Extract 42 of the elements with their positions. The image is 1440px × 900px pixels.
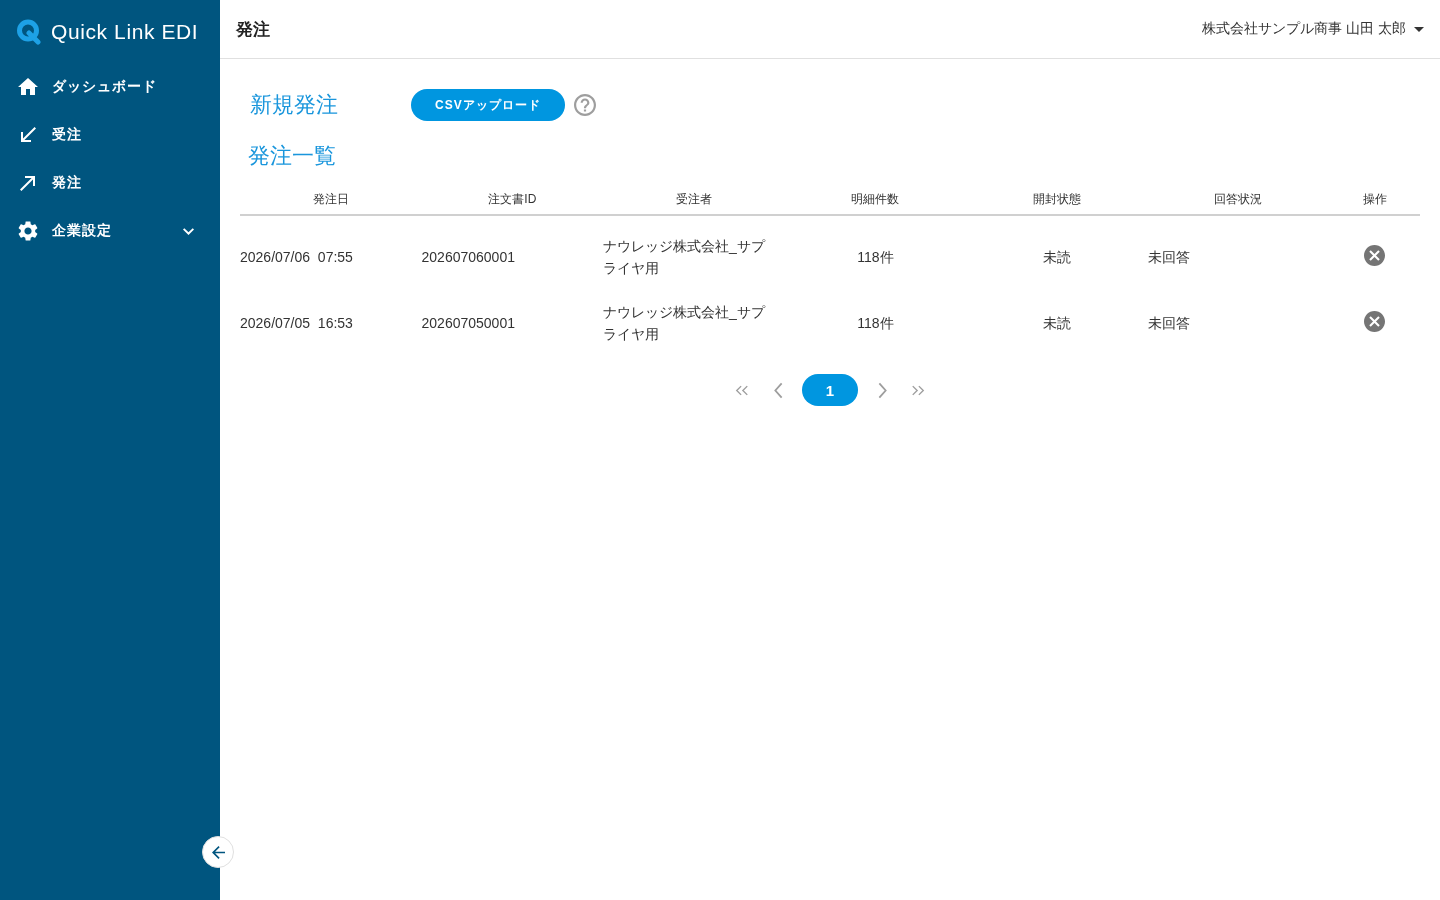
table-cell-text: 未読	[1042, 314, 1071, 333]
nav-group[interactable]: 企業設定	[0, 207, 220, 255]
table-cell-text: 未回答	[1147, 248, 1190, 267]
section-heading: 新規発注	[250, 91, 339, 119]
nav-item[interactable]: 発注	[0, 159, 220, 207]
nav-item[interactable]: ダッシュボード	[0, 63, 220, 111]
column-header: 回答状況	[1213, 191, 1264, 208]
arrow-left-icon	[211, 845, 225, 859]
chevron-right-icon	[877, 381, 887, 399]
column-header: 操作	[1361, 191, 1388, 208]
table-cell-text: ナウレッジ株式会社_サプライヤ用	[603, 303, 767, 344]
delete-icon[interactable]	[1364, 310, 1386, 332]
table-cell-text: 2026/07/06 07:55	[240, 248, 353, 267]
section-heading: 発注一覧	[248, 142, 337, 170]
table-cell-text: 202607060001	[421, 248, 515, 267]
gear-icon	[18, 221, 38, 241]
delete-icon[interactable]	[1364, 244, 1386, 266]
table-cell-text: 118件	[857, 314, 894, 333]
home-icon	[18, 77, 38, 97]
double-chevron-right-icon	[911, 384, 925, 396]
table-cell-text: 118件	[857, 248, 894, 267]
table-cell-text: 2026/07/05 16:53	[240, 314, 353, 333]
column-header: 開封状態	[1031, 191, 1082, 208]
chevron-left-icon	[773, 381, 783, 399]
user-menu[interactable]: 株式会社サンプル商事 山田 太郎	[1202, 20, 1424, 38]
caret-icon	[1414, 26, 1424, 32]
double-chevron-left-icon	[735, 384, 749, 396]
column-header: 注文書ID	[487, 191, 538, 208]
column-header: 発注日	[311, 191, 350, 208]
column-header: 受注者	[674, 191, 713, 208]
page-title: 発注	[236, 18, 270, 41]
column-header: 明細件数	[850, 191, 901, 208]
logo-text: Quick Link EDI	[51, 19, 199, 44]
table-cell-text: ナウレッジ株式会社_サプライヤ用	[603, 237, 767, 278]
arrow-up-right-icon	[18, 173, 38, 193]
table-cell-text: 未回答	[1147, 314, 1190, 333]
table-cell-text: 未読	[1042, 248, 1071, 267]
table-cell-text: 202607050001	[421, 314, 515, 333]
logo-icon	[16, 18, 42, 45]
help-icon[interactable]	[573, 94, 596, 116]
nav-item[interactable]: 受注	[0, 111, 220, 159]
arrow-down-left-icon	[18, 125, 38, 145]
